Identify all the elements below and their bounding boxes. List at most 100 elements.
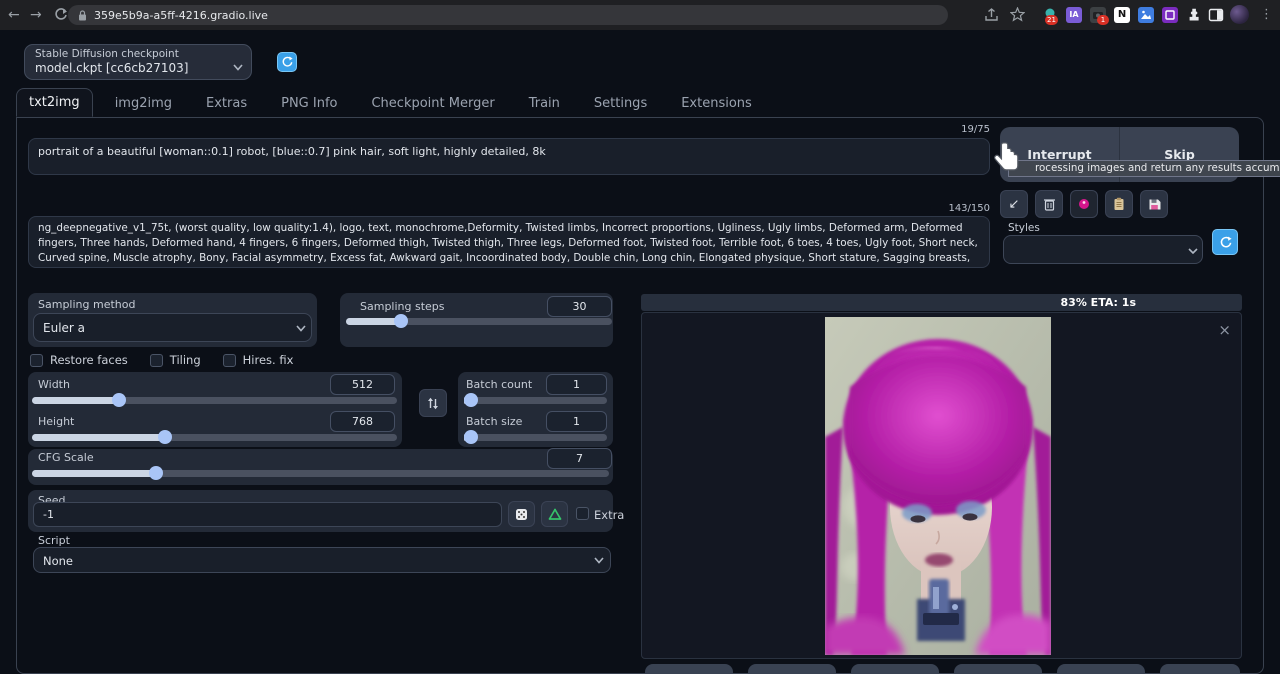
sidepanel-icon[interactable] xyxy=(1208,7,1224,23)
trash-icon xyxy=(1043,197,1056,211)
bookmark-star-icon[interactable] xyxy=(1010,7,1025,22)
dimensions-block: Width 512 Height 768 xyxy=(28,372,402,447)
swap-dimensions-button[interactable] xyxy=(419,389,447,417)
restore-faces-checkbox[interactable] xyxy=(30,354,43,367)
extension-teal-icon[interactable]: 21 xyxy=(1042,7,1058,23)
height-label: Height xyxy=(38,415,74,428)
script-block: Script None xyxy=(28,534,613,574)
sampling-steps-label: Sampling steps xyxy=(360,300,445,313)
height-slider[interactable] xyxy=(32,434,397,441)
gallery-action-button[interactable] xyxy=(748,664,836,674)
save-style-button[interactable] xyxy=(1140,190,1168,218)
extra-networks-button[interactable] xyxy=(1070,190,1098,218)
random-seed-button[interactable] xyxy=(508,501,535,527)
share-icon[interactable] xyxy=(984,8,999,22)
tiling-checkbox[interactable] xyxy=(150,354,163,367)
slider-handle[interactable] xyxy=(464,393,478,407)
apply-styles-button[interactable] xyxy=(1105,190,1133,218)
width-value[interactable]: 512 xyxy=(330,374,395,395)
back-icon[interactable]: ← xyxy=(8,0,20,30)
chrome-menu-icon[interactable]: ⋮ xyxy=(1260,0,1273,30)
lock-icon xyxy=(78,10,87,21)
gallery-action-button[interactable] xyxy=(851,664,939,674)
mouse-cursor-hand xyxy=(993,141,1023,177)
cfg-scale-value[interactable]: 7 xyxy=(547,448,612,469)
checkpoint-dropdown[interactable]: Stable Diffusion checkpoint model.ckpt [… xyxy=(24,44,252,80)
slider-fill xyxy=(32,470,153,477)
styles-dropdown[interactable] xyxy=(1003,235,1203,264)
script-dropdown[interactable]: None xyxy=(33,547,611,573)
tab-checkpoint-merger[interactable]: Checkpoint Merger xyxy=(359,90,506,117)
extensions-puzzle-icon[interactable] xyxy=(1186,7,1202,23)
refresh-icon xyxy=(1219,236,1232,249)
seed-block: Seed -1 Extra xyxy=(28,490,613,532)
extra-seed-checkbox[interactable] xyxy=(576,507,589,520)
extension-camera-icon[interactable]: 1 xyxy=(1090,7,1106,23)
prompt-input[interactable]: portrait of a beautiful [woman::0.1] rob… xyxy=(28,138,990,175)
hires-fix-checkbox[interactable] xyxy=(223,354,236,367)
styles-refresh-button[interactable] xyxy=(1212,229,1238,255)
app-window: ← → 359e5b9a-a5ff-4216.gradio.live 21 IA… xyxy=(0,0,1280,674)
styles-label: Styles xyxy=(1008,222,1040,234)
tab-txt2img[interactable]: txt2img xyxy=(16,88,93,117)
dice-icon xyxy=(515,508,528,521)
seed-input[interactable]: -1 xyxy=(33,502,502,527)
interrupt-tooltip: rocessing images and return any results … xyxy=(1008,160,1280,177)
width-slider[interactable] xyxy=(32,397,397,404)
close-icon[interactable]: × xyxy=(1218,323,1231,337)
extension-notion-icon[interactable]: N xyxy=(1114,7,1130,23)
checkpoint-refresh-button[interactable] xyxy=(277,52,297,72)
clear-prompt-button[interactable] xyxy=(1035,190,1063,218)
slider-handle[interactable] xyxy=(112,393,126,407)
batch-size-slider[interactable] xyxy=(464,434,607,441)
tab-png-info[interactable]: PNG Info xyxy=(269,90,349,117)
sampling-steps-slider[interactable] xyxy=(346,318,612,325)
extra-seed-label: Extra xyxy=(594,508,624,522)
sampling-steps-value[interactable]: 30 xyxy=(547,296,612,317)
batch-count-value[interactable]: 1 xyxy=(546,374,607,395)
tab-settings[interactable]: Settings xyxy=(582,90,659,117)
reuse-seed-button[interactable] xyxy=(541,501,568,527)
tab-img2img[interactable]: img2img xyxy=(103,90,184,117)
extension-purple-icon[interactable] xyxy=(1162,7,1178,23)
profile-avatar[interactable] xyxy=(1230,5,1249,24)
gallery-action-button[interactable] xyxy=(1057,664,1145,674)
checkpoint-label: Stable Diffusion checkpoint xyxy=(35,48,179,60)
checkpoint-value: model.ckpt [cc6cb27103] xyxy=(35,61,188,75)
slider-handle[interactable] xyxy=(394,314,408,328)
script-label: Script xyxy=(38,534,70,547)
negative-prompt-input[interactable]: ng_deepnegative_v1_75t, (worst quality, … xyxy=(28,216,990,268)
tab-extras[interactable]: Extras xyxy=(194,90,259,117)
cfg-scale-slider[interactable] xyxy=(32,470,609,477)
gallery-action-button[interactable] xyxy=(645,664,733,674)
batch-size-value[interactable]: 1 xyxy=(546,411,607,432)
forward-icon[interactable]: → xyxy=(30,0,42,30)
gallery-action-button[interactable] xyxy=(1160,664,1240,674)
extension-ia-icon[interactable]: IA xyxy=(1066,7,1082,23)
chevron-down-icon xyxy=(1188,248,1198,254)
slider-handle[interactable] xyxy=(464,430,478,444)
extension-image-icon[interactable] xyxy=(1138,7,1154,23)
sampling-method-dropdown[interactable]: Euler a xyxy=(33,313,312,342)
paste-generation-params-button[interactable]: ↙ xyxy=(1000,190,1028,218)
batch-count-label: Batch count xyxy=(466,378,532,391)
tab-train[interactable]: Train xyxy=(517,90,572,117)
address-bar[interactable]: 359e5b9a-a5ff-4216.gradio.live xyxy=(68,5,948,25)
url-text: 359e5b9a-a5ff-4216.gradio.live xyxy=(94,9,268,22)
tab-bar: txt2img img2img Extras PNG Info Checkpoi… xyxy=(16,88,764,117)
slider-handle[interactable] xyxy=(149,466,163,480)
chevron-down-icon xyxy=(296,325,306,332)
reload-icon[interactable] xyxy=(54,8,68,22)
generated-image-preview[interactable] xyxy=(825,317,1051,655)
cfg-scale-label: CFG Scale xyxy=(38,451,94,464)
tiling-option[interactable]: Tiling xyxy=(150,353,201,367)
progress-text: 83% ETA: 1s xyxy=(641,296,1136,309)
height-value[interactable]: 768 xyxy=(330,411,395,432)
hires-fix-option[interactable]: Hires. fix xyxy=(223,353,294,367)
restore-faces-option[interactable]: Restore faces xyxy=(30,353,128,367)
gallery-action-button[interactable] xyxy=(954,664,1042,674)
slider-handle[interactable] xyxy=(158,430,172,444)
tab-extensions[interactable]: Extensions xyxy=(669,90,764,117)
options-row: Restore faces Tiling Hires. fix xyxy=(30,353,293,367)
batch-count-slider[interactable] xyxy=(464,397,607,404)
